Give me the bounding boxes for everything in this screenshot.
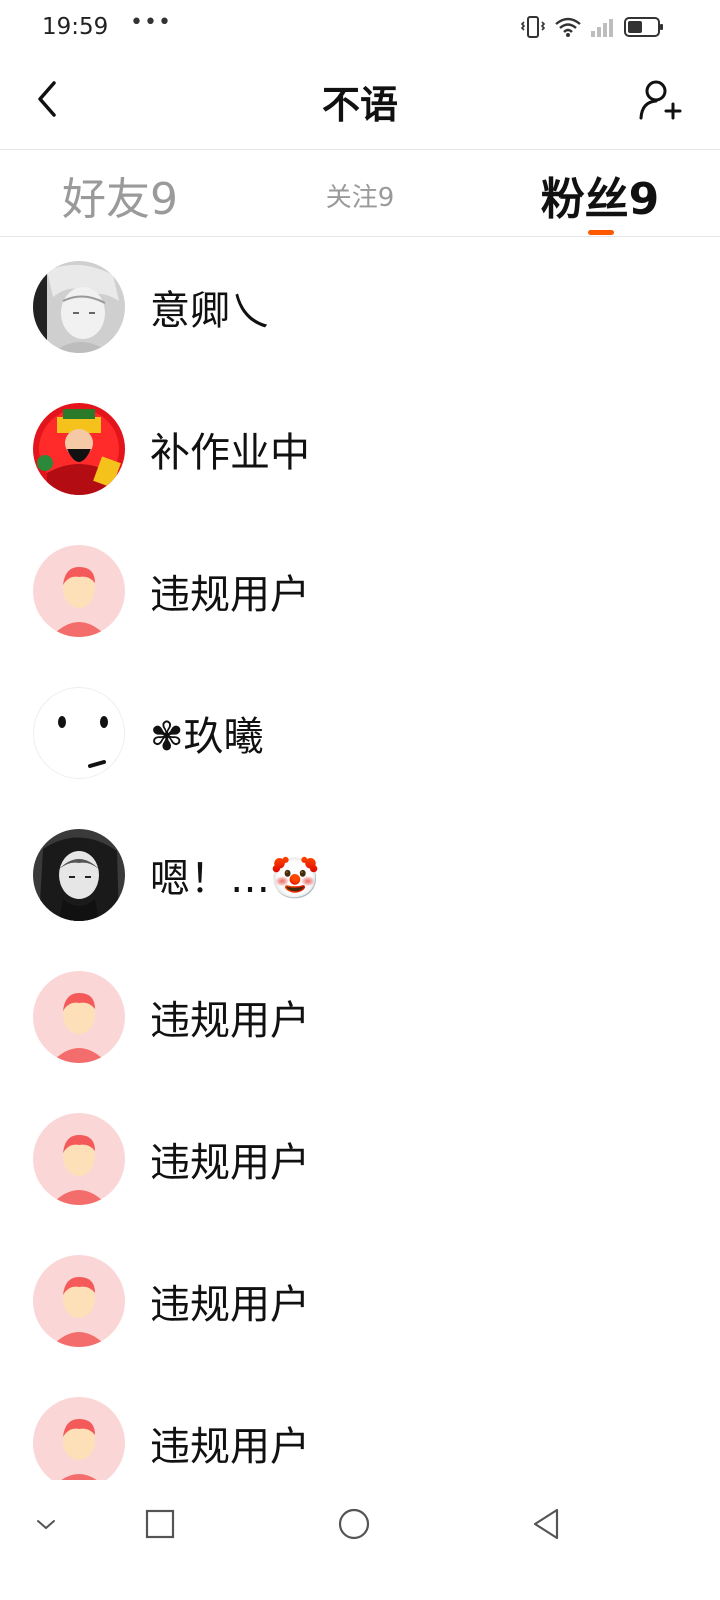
fan-name: 违规用户 — [150, 1140, 310, 1186]
default-user-avatar — [33, 1113, 125, 1205]
default-user-avatar — [33, 1397, 125, 1480]
nav-recents-button[interactable] — [136, 1502, 184, 1550]
battery-icon — [624, 16, 664, 38]
page-title: 不语 — [321, 83, 398, 127]
fan-name: 意卿乀 — [150, 288, 270, 334]
fans-list: 意卿乀 补作业中 违规用户 ✾玖曦 嗯！…🤡 违规用户 违规用户 违规用户 违规… — [0, 240, 720, 1480]
nav-hide-button[interactable] — [22, 1502, 70, 1550]
app-header: 不语 — [0, 56, 720, 151]
square-icon — [145, 1509, 175, 1543]
screen: 19:59 ••• 不语 好友9 关注9 粉丝9 意卿乀 补作业中 违规用户 ✾… — [0, 0, 720, 1600]
list-item[interactable]: 嗯！…🤡 — [0, 808, 720, 950]
header-divider — [0, 149, 720, 150]
default-user-avatar — [33, 545, 125, 637]
default-user-avatar — [33, 971, 125, 1063]
tab-selected-indicator — [588, 230, 614, 235]
list-item[interactable]: 违规用户 — [0, 950, 720, 1092]
status-time: 19:59 — [42, 14, 109, 40]
fan-name: 违规用户 — [150, 1282, 310, 1328]
anime-bw-girl-avatar — [33, 829, 125, 921]
fan-name: 违规用户 — [150, 998, 310, 1044]
fan-name: 违规用户 — [150, 1424, 310, 1470]
tab-friends[interactable]: 好友9 — [40, 152, 200, 238]
list-item[interactable]: 意卿乀 — [0, 240, 720, 382]
anime-grey-avatar — [33, 261, 125, 353]
signal-icon — [590, 16, 616, 38]
fan-name: 补作业中 — [150, 430, 310, 476]
triangle-back-icon — [531, 1507, 561, 1545]
circle-icon — [337, 1507, 371, 1545]
nav-home-button[interactable] — [330, 1502, 378, 1550]
status-bar: 19:59 ••• — [0, 0, 720, 56]
nav-back-button[interactable] — [522, 1502, 570, 1550]
list-item[interactable]: 补作业中 — [0, 382, 720, 524]
fan-name: 嗯！…🤡 — [150, 856, 320, 902]
tab-bar: 好友9 关注9 粉丝9 — [0, 152, 720, 238]
tab-following[interactable]: 关注9 — [280, 152, 440, 238]
chevron-down-icon — [35, 1517, 57, 1536]
god-of-wealth-avatar — [33, 403, 125, 495]
wifi-icon — [554, 16, 582, 38]
default-user-avatar — [33, 1255, 125, 1347]
system-nav-bar — [0, 1480, 720, 1600]
face-dots-avatar — [33, 687, 125, 779]
list-item[interactable]: ✾玖曦 — [0, 666, 720, 808]
fan-name: ✾玖曦 — [150, 714, 264, 760]
status-icons — [520, 14, 664, 40]
add-user-icon — [638, 78, 682, 126]
tab-divider — [0, 236, 720, 237]
add-friend-button[interactable] — [636, 78, 684, 126]
tab-fans[interactable]: 粉丝9 — [510, 152, 690, 238]
fan-name: 违规用户 — [150, 572, 310, 618]
vibrate-icon — [520, 14, 546, 40]
list-item[interactable]: 违规用户 — [0, 524, 720, 666]
list-item[interactable]: 违规用户 — [0, 1376, 720, 1480]
list-item[interactable]: 违规用户 — [0, 1234, 720, 1376]
list-item[interactable]: 违规用户 — [0, 1092, 720, 1234]
status-dots: ••• — [130, 10, 172, 35]
